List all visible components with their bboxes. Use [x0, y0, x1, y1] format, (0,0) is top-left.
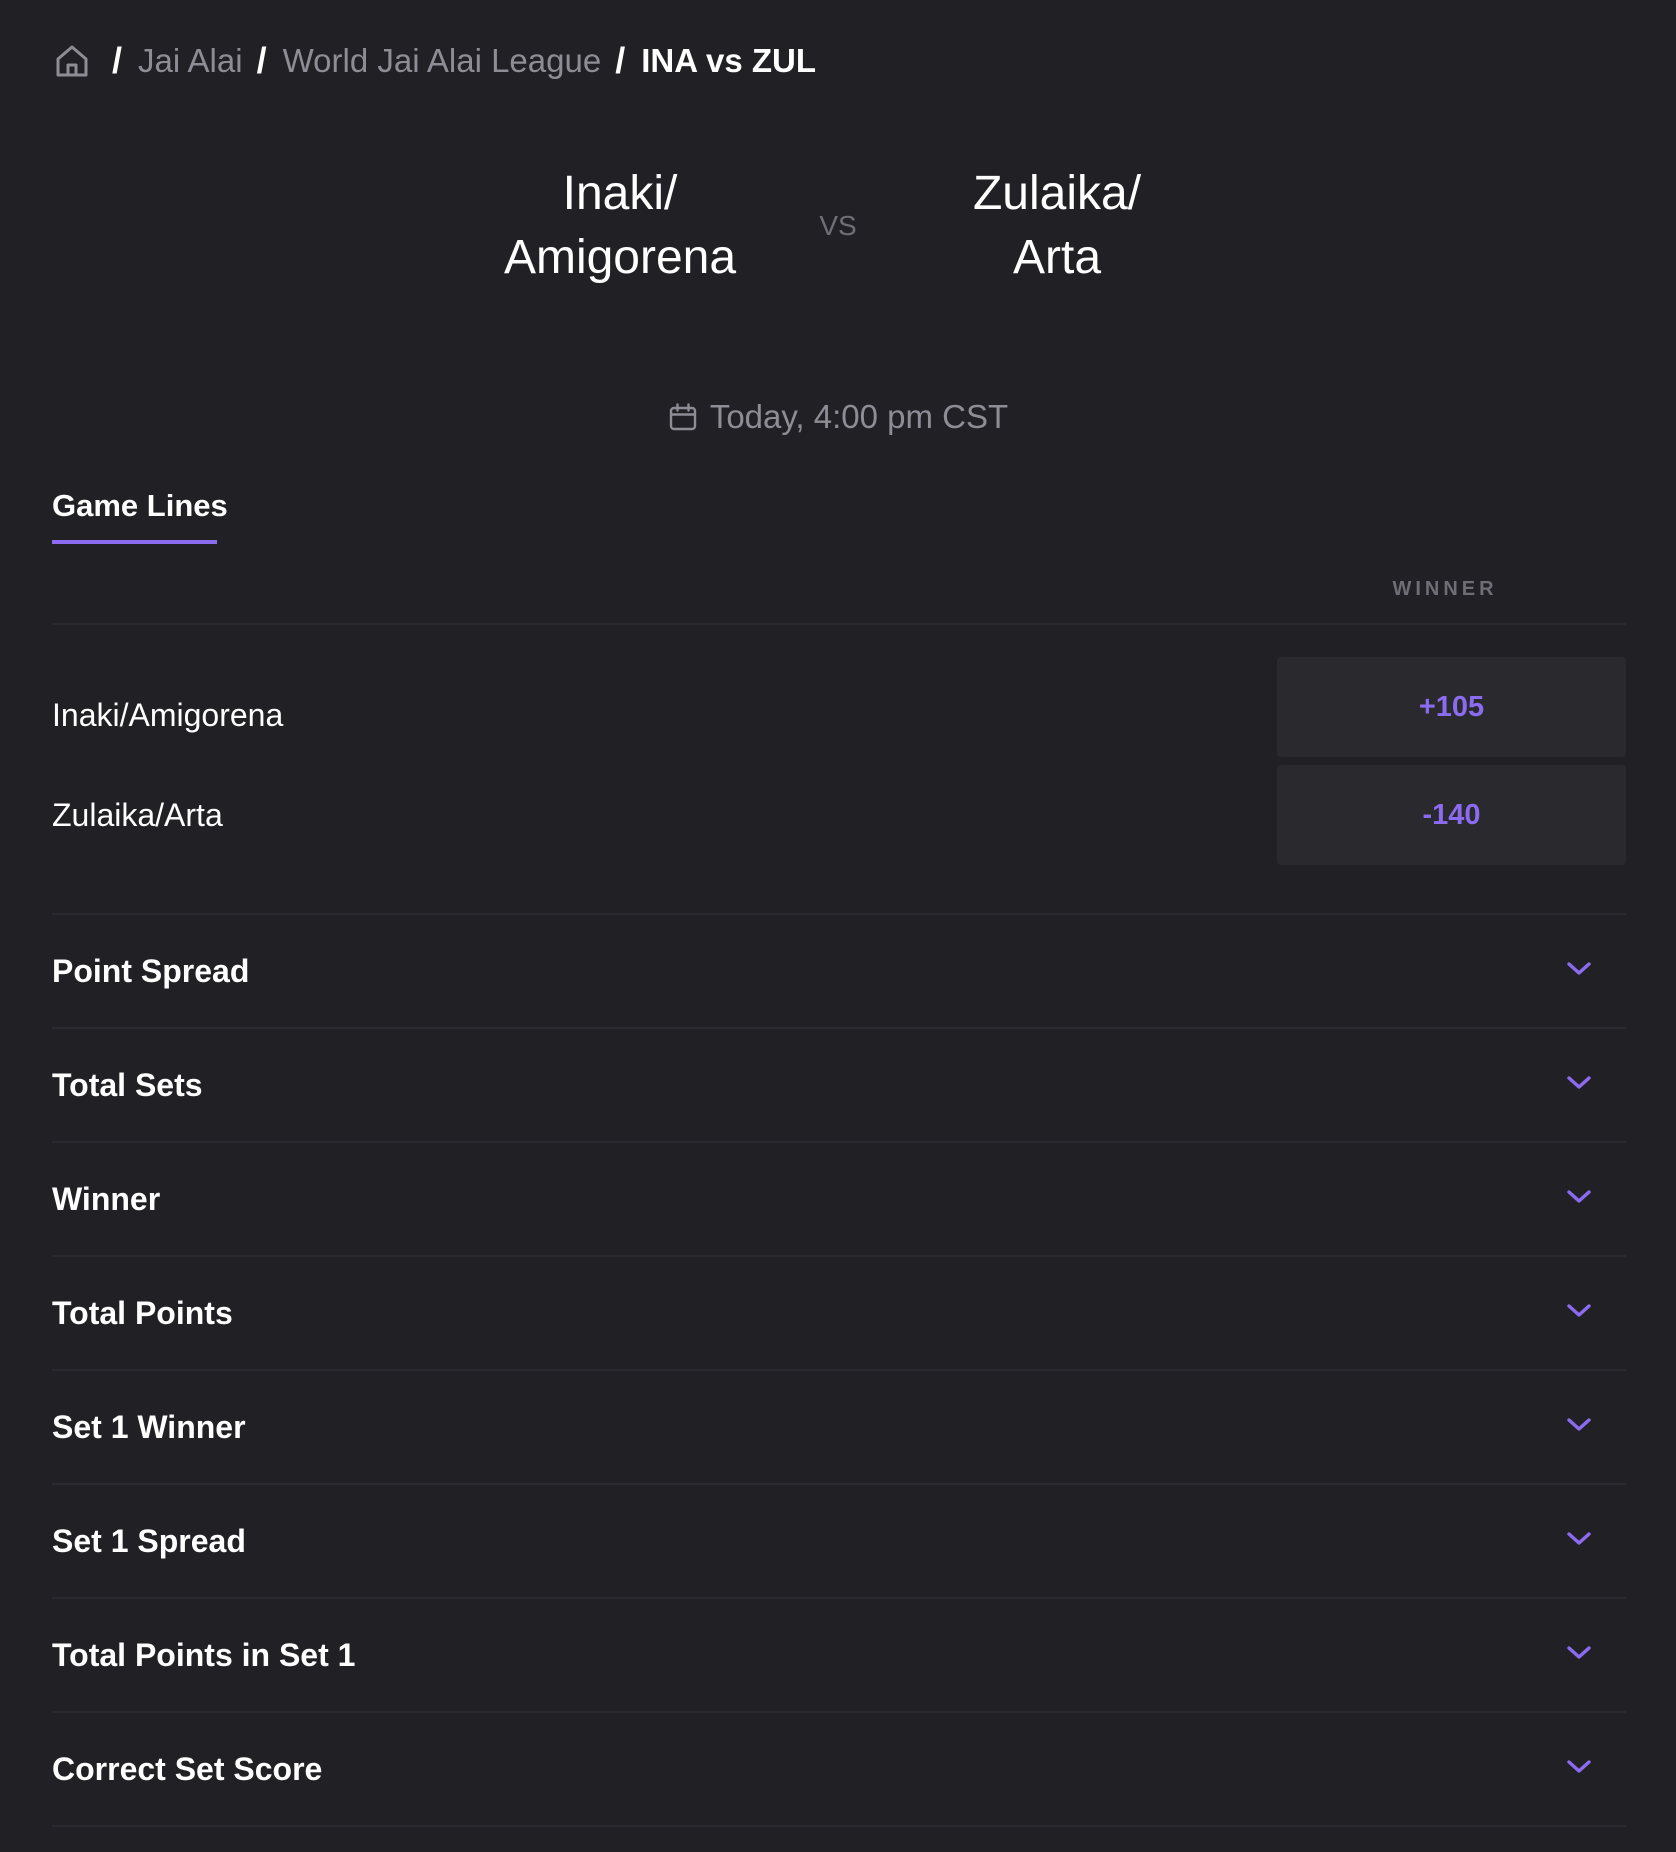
breadcrumb: / Jai Alai / World Jai Alai League / INA…	[52, 34, 816, 88]
chevron-down-icon[interactable]	[1566, 1531, 1592, 1547]
breadcrumb-link-league[interactable]: World Jai Alai League	[283, 42, 602, 80]
market-label: Winner	[52, 1180, 161, 1217]
tab-game-lines[interactable]: Game Lines	[52, 488, 228, 538]
line-team-name: Zulaika/Arta	[52, 796, 223, 833]
schedule-text: Today, 4:00 pm CST	[709, 398, 1009, 435]
winner-column-header: WINNER	[1392, 578, 1498, 600]
breadcrumb-separator: /	[615, 40, 626, 81]
market-label: Total Sets	[52, 1066, 203, 1103]
table-divider	[52, 623, 1626, 625]
chevron-down-icon[interactable]	[1566, 1189, 1592, 1205]
team-right-name: Zulaika/ Arta	[877, 162, 1237, 290]
market-label: Set 1 Winner	[52, 1408, 246, 1445]
home-icon[interactable]	[52, 41, 92, 81]
market-winner[interactable]: Winner	[52, 1141, 1626, 1255]
market-correct-set-score[interactable]: Correct Set Score	[52, 1711, 1626, 1827]
odds-button[interactable]: +105	[1277, 657, 1626, 757]
chevron-down-icon[interactable]	[1566, 1417, 1592, 1433]
market-label: Total Points in Set 1	[52, 1636, 356, 1673]
market-point-spread[interactable]: Point Spread	[52, 913, 1626, 1027]
event-schedule: Today, 4:00 pm CST	[0, 398, 1676, 436]
team-right-line1: Zulaika/	[972, 167, 1142, 220]
team-left-line2: Amigorena	[503, 231, 737, 284]
calendar-icon	[668, 402, 698, 432]
event-page: / Jai Alai / World Jai Alai League / INA…	[0, 0, 1676, 1852]
chevron-down-icon[interactable]	[1566, 1303, 1592, 1319]
market-label: Point Spread	[52, 952, 250, 989]
market-label: Set 1 Spread	[52, 1522, 246, 1559]
chevron-down-icon[interactable]	[1566, 961, 1592, 977]
team-right-line2: Arta	[1012, 231, 1102, 284]
market-set-1-spread[interactable]: Set 1 Spread	[52, 1483, 1626, 1597]
team-left-line1: Inaki/	[562, 167, 678, 220]
market-set-1-winner[interactable]: Set 1 Winner	[52, 1369, 1626, 1483]
breadcrumb-separator: /	[112, 40, 123, 81]
market-label: Total Points	[52, 1294, 233, 1331]
breadcrumb-current: INA vs ZUL	[641, 42, 816, 79]
breadcrumb-link-jai-alai[interactable]: Jai Alai	[138, 42, 243, 80]
market-list: Point Spread Total Sets Winner Total Poi…	[52, 913, 1626, 1827]
tab-active-indicator	[52, 540, 217, 544]
market-label: Correct Set Score	[52, 1750, 323, 1787]
table-row: Zulaika/Arta -140	[52, 765, 1626, 865]
table-row: Inaki/Amigorena +105	[52, 657, 1626, 757]
breadcrumb-separator: /	[256, 40, 267, 81]
vs-label: VS	[819, 210, 857, 241]
market-total-points[interactable]: Total Points	[52, 1255, 1626, 1369]
chevron-down-icon[interactable]	[1566, 1759, 1592, 1775]
market-total-points-set-1[interactable]: Total Points in Set 1	[52, 1597, 1626, 1711]
team-left-name: Inaki/ Amigorena	[440, 162, 800, 290]
odds-button[interactable]: -140	[1277, 765, 1626, 865]
line-team-name: Inaki/Amigorena	[52, 696, 284, 733]
market-total-sets[interactable]: Total Sets	[52, 1027, 1626, 1141]
chevron-down-icon[interactable]	[1566, 1645, 1592, 1661]
chevron-down-icon[interactable]	[1566, 1075, 1592, 1091]
